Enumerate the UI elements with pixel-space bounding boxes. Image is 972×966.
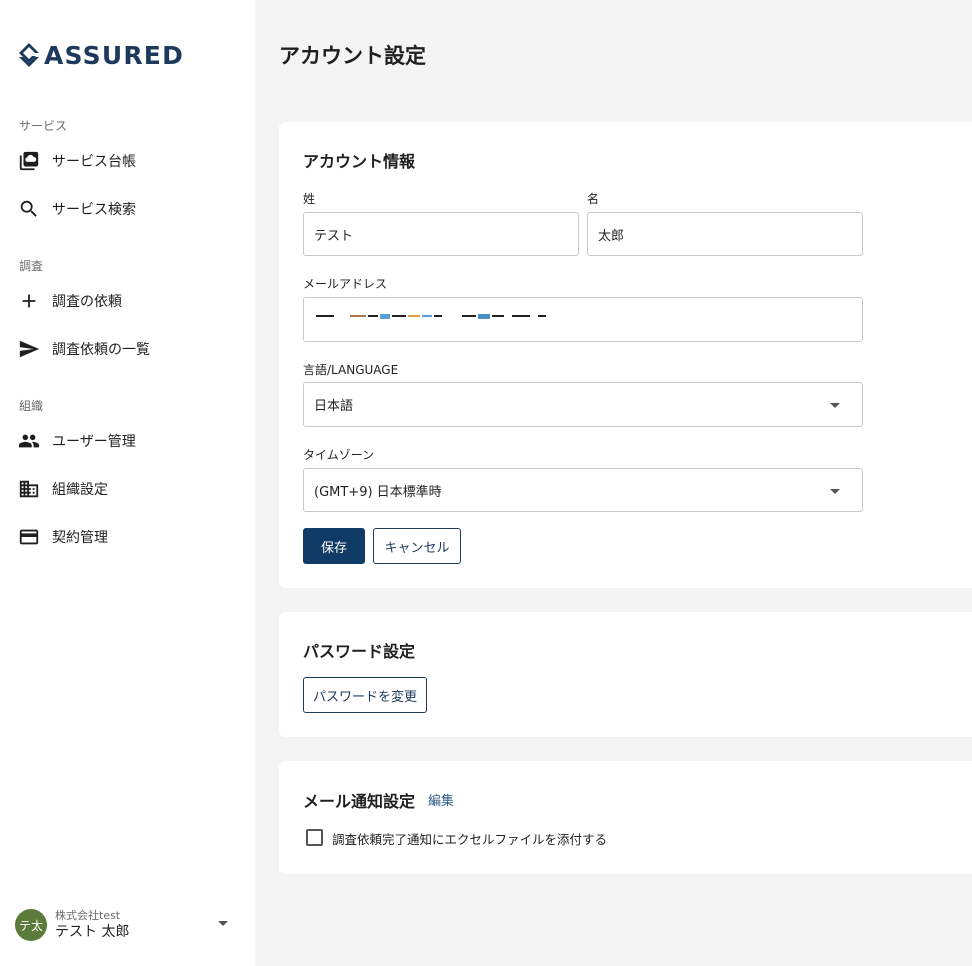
mail-notification-title: メール通知設定	[303, 792, 416, 811]
send-icon	[18, 338, 40, 360]
user-org: 株式会社test	[55, 909, 121, 922]
nav-section-services: サービス	[19, 119, 68, 133]
edit-notification-link[interactable]: 編集	[428, 790, 454, 809]
nav-section-survey: 調査	[19, 259, 44, 273]
sidebar: ASSURED サービス サービス台帳 サービス検索 調査 調査の依頼 調査依頼…	[0, 0, 255, 966]
password-card: パスワード設定 パスワードを変更	[279, 612, 972, 737]
sidebar-item-label: 組織設定	[52, 482, 108, 498]
avatar: テ太	[15, 909, 47, 941]
logo-mark-icon	[19, 43, 39, 67]
user-info: 株式会社test テスト 太郎	[55, 909, 129, 941]
sidebar-item-label: サービス台帳	[52, 154, 136, 170]
sidebar-item-label: 調査の依頼	[52, 294, 122, 310]
people-icon	[18, 430, 40, 452]
sidebar-item-user-management[interactable]: ユーザー管理	[0, 421, 255, 461]
page-title: アカウント設定	[279, 44, 426, 68]
brand-name: ASSURED	[44, 40, 185, 70]
timezone-select[interactable]: (GMT+9) 日本標準時	[303, 468, 863, 512]
credit-card-icon	[18, 526, 40, 548]
mail-notification-card: メール通知設定 編集 調査依頼完了通知にエクセルファイルを添付する	[279, 761, 972, 874]
brand-logo[interactable]: ASSURED	[16, 40, 184, 70]
email-label: メールアドレス	[303, 277, 388, 291]
cancel-button[interactable]: キャンセル	[373, 528, 461, 564]
redacted-email-value	[316, 314, 556, 323]
save-button[interactable]: 保存	[303, 528, 365, 564]
service-ledger-icon	[18, 150, 40, 172]
chevron-down-icon	[218, 921, 228, 926]
email-input[interactable]	[303, 297, 863, 342]
search-icon	[18, 198, 40, 220]
dropdown-arrow-icon	[830, 489, 840, 494]
account-info-title: アカウント情報	[303, 152, 416, 171]
user-name: テスト 太郎	[55, 924, 130, 940]
dropdown-arrow-icon	[830, 403, 840, 408]
timezone-label: タイムゾーン	[303, 448, 375, 462]
sidebar-item-label: 契約管理	[52, 530, 108, 546]
sidebar-item-label: 調査依頼の一覧	[52, 342, 150, 358]
sidebar-item-org-settings[interactable]: 組織設定	[0, 469, 255, 509]
language-select[interactable]: 日本語	[303, 382, 863, 427]
language-label: 言語/LANGUAGE	[303, 363, 399, 377]
password-title: パスワード設定	[303, 642, 416, 661]
account-info-card: アカウント情報 姓 テスト 名 太郎 メールアドレス 言語/LANGUAGE 日…	[279, 122, 972, 588]
sidebar-item-survey-list[interactable]: 調査依頼の一覧	[0, 329, 255, 369]
attach-excel-label[interactable]: 調査依頼完了通知にエクセルファイルを添付する	[332, 829, 607, 848]
last-name-label: 姓	[303, 192, 316, 206]
sidebar-item-service-ledger[interactable]: サービス台帳	[0, 141, 255, 181]
sidebar-item-label: ユーザー管理	[52, 434, 136, 450]
nav-section-organization: 組織	[19, 399, 44, 413]
first-name-label: 名	[587, 192, 600, 206]
language-select-value: 日本語	[314, 399, 354, 414]
sidebar-item-request-survey[interactable]: 調査の依頼	[0, 281, 255, 321]
timezone-select-value: (GMT+9) 日本標準時	[314, 484, 442, 500]
sidebar-item-label: サービス検索	[52, 202, 136, 218]
building-icon	[18, 478, 40, 500]
change-password-button[interactable]: パスワードを変更	[303, 677, 427, 713]
sidebar-item-service-search[interactable]: サービス検索	[0, 189, 255, 229]
attach-excel-checkbox[interactable]	[306, 829, 323, 846]
first-name-input[interactable]: 太郎	[587, 212, 863, 256]
sidebar-item-contract-management[interactable]: 契約管理	[0, 517, 255, 557]
plus-icon	[18, 290, 40, 312]
user-menu[interactable]: テ太 株式会社test テスト 太郎	[15, 904, 240, 946]
last-name-input[interactable]: テスト	[303, 212, 579, 256]
